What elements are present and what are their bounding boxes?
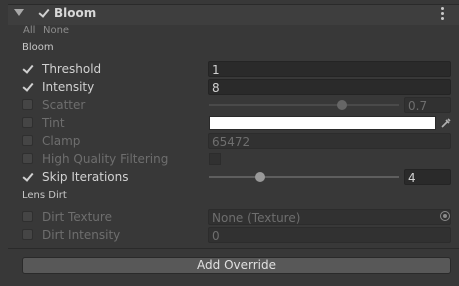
intensity-label: Intensity (42, 80, 95, 94)
add-override-button[interactable]: Add Override (22, 257, 451, 274)
tint-override-checkbox[interactable] (22, 117, 33, 128)
scatter-label: Scatter (42, 98, 86, 112)
threshold-override-checkbox[interactable] (22, 63, 33, 74)
object-picker-icon[interactable] (440, 211, 450, 221)
dirt-texture-field[interactable]: None (Texture) (208, 209, 451, 225)
skip-iterations-field[interactable]: 4 (404, 169, 451, 185)
toggle-none-link[interactable]: None (43, 25, 69, 36)
skip-iterations-slider-knob[interactable] (255, 172, 265, 182)
skip-iterations-override-checkbox[interactable] (22, 171, 33, 182)
bloom-enabled-checkbox[interactable] (38, 7, 49, 18)
skip-iterations-slider-track[interactable] (209, 176, 399, 178)
kebab-menu-icon[interactable] (441, 7, 444, 21)
dirt-texture-override-checkbox[interactable] (22, 211, 33, 222)
bloom-override-panel: Bloom All None Bloom Threshold 1 Intensi… (0, 0, 459, 286)
clamp-field[interactable]: 65472 (208, 133, 451, 149)
dirt-intensity-override-checkbox[interactable] (22, 229, 33, 240)
clamp-override-checkbox[interactable] (22, 135, 33, 146)
section-lens-dirt-heading: Lens Dirt (22, 190, 67, 201)
skip-iterations-label: Skip Iterations (42, 170, 129, 184)
intensity-override-checkbox[interactable] (22, 81, 33, 92)
dirt-intensity-label: Dirt Intensity (42, 228, 121, 242)
threshold-field[interactable]: 1 (208, 61, 451, 77)
scatter-slider-knob[interactable] (337, 100, 347, 110)
toggle-all-link[interactable]: All (23, 25, 35, 36)
hq-filtering-override-checkbox[interactable] (22, 153, 33, 164)
tint-color-swatch[interactable] (209, 116, 436, 130)
dirt-intensity-field[interactable]: 0 (208, 227, 451, 243)
clamp-label: Clamp (42, 134, 81, 148)
eyedropper-icon[interactable] (440, 117, 452, 129)
scatter-slider-track[interactable] (209, 104, 399, 106)
tint-label: Tint (42, 116, 65, 130)
divider (8, 248, 459, 249)
foldout-arrow-icon[interactable] (14, 9, 24, 16)
scatter-override-checkbox[interactable] (22, 99, 33, 110)
threshold-label: Threshold (42, 62, 102, 76)
scatter-field[interactable]: 0.7 (404, 97, 451, 113)
component-title: Bloom (54, 6, 97, 20)
dirt-texture-label: Dirt Texture (42, 210, 112, 224)
section-bloom-heading: Bloom (22, 42, 54, 53)
hq-filtering-checkbox[interactable] (209, 153, 221, 165)
hq-filtering-label: High Quality Filtering (42, 152, 169, 166)
intensity-field[interactable]: 8 (208, 79, 451, 95)
